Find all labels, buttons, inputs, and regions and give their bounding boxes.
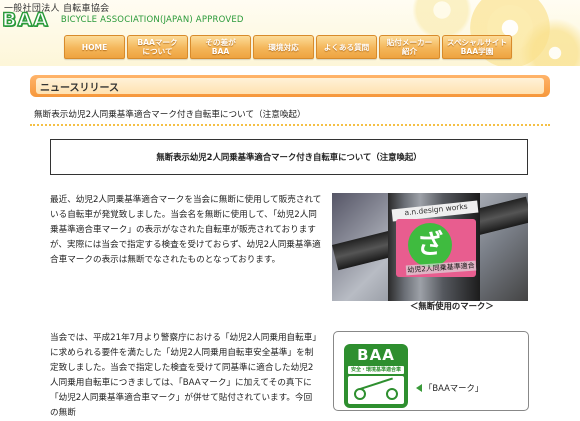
nav-environment[interactable]: 環境対応	[253, 35, 314, 59]
nav-home[interactable]: HOME	[64, 35, 125, 59]
dotted-divider	[30, 124, 550, 126]
site-header: 一般社団法人 自転車協会 BAA BICYCLE ASSOCIATION(JAP…	[0, 0, 580, 66]
nav-difference[interactable]: その差が BAA	[190, 35, 251, 59]
baa-mark-logo: BAA 安全・環境基準適合車	[344, 344, 408, 408]
article-paragraph: 最近、幼児2人同乗基準適合マークを当会に無断に使用して販売されている自転車が発覚…	[50, 195, 322, 265]
nav-difference-label: その差が BAA	[205, 38, 236, 56]
notice-heading-box: 無断表示幼児2人同乗基準適合マーク付き自転車について（注意喚起）	[50, 139, 528, 175]
nav-makers-label: 貼付メーカー 紹介	[386, 38, 433, 56]
main-nav: HOME BAAマーク について その差が BAA 環境対応 よくある質問 貼付…	[64, 35, 512, 59]
nav-makers[interactable]: 貼付メーカー 紹介	[379, 35, 440, 59]
notice-heading: 無断表示幼児2人同乗基準適合マーク付き自転車について（注意喚起）	[156, 152, 422, 162]
baa-mark-logo-text: BAA	[357, 346, 395, 364]
section-title: ニュースリリース	[40, 82, 119, 94]
bicycle-icon	[348, 376, 404, 404]
baa-logo: BAA	[1, 9, 49, 31]
green-circle-mark: ざ	[408, 223, 452, 267]
section-heading-bar: ニュースリリース	[30, 75, 550, 97]
nav-faq[interactable]: よくある質問	[316, 35, 377, 59]
article-paragraph: 当会では、平成21年7月より警察庁における「幼児2人同乗用自転車」に求められる要…	[50, 333, 317, 418]
baa-mark-label: 「BAAマーク」	[424, 383, 484, 393]
nav-faq-label: よくある質問	[323, 42, 370, 52]
arrow-left-icon	[416, 384, 422, 392]
logo-subtitle: BICYCLE ASSOCIATION(JAPAN) APPROVED	[60, 15, 244, 25]
nav-home-label: HOME	[81, 42, 108, 52]
article-title: 無断表示幼児2人同乗基準適合マーク付き自転車について（注意喚起）	[34, 110, 306, 120]
baa-mark-panel: BAA 安全・環境基準適合車	[333, 331, 529, 411]
unauthorized-mark-photo: a.n.design works ざ 幼児2人同乗基準適合	[332, 193, 528, 301]
photo-caption: ＜無断使用のマーク＞	[410, 301, 494, 311]
nav-baa-mark-label: BAAマーク について	[137, 38, 178, 56]
baa-mark-logo-band: 安全・環境基準適合車	[348, 366, 404, 374]
decorative-flower	[412, 0, 472, 40]
nav-baa-mark[interactable]: BAAマーク について	[127, 35, 188, 59]
nav-special-site[interactable]: スペシャルサイト BAA学園	[442, 35, 512, 59]
nav-environment-label: 環境対応	[268, 42, 299, 52]
nav-special-site-label: スペシャルサイト BAA学園	[446, 38, 508, 56]
site-logo-link[interactable]: BAA BICYCLE ASSOCIATION(JAPAN) APPROVED	[1, 9, 244, 31]
bicycle-wheel	[386, 388, 398, 400]
